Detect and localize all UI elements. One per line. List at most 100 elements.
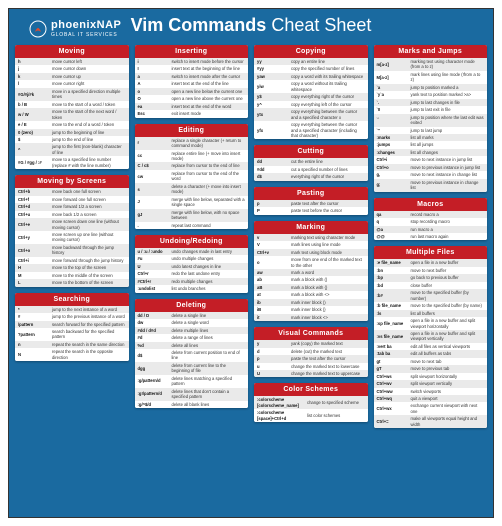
command-desc: move cursor right (52, 81, 126, 86)
command-row: gtmove to next tab (374, 358, 488, 365)
command-row: :jumpslist all jumps (374, 141, 488, 148)
panel-header: Undoing/Redoing (135, 235, 249, 248)
panel: Insertingiswitch to insert mode before t… (135, 45, 249, 118)
command-desc: switch viewports (411, 389, 485, 394)
panel-header: Color Schemes (254, 383, 368, 396)
command-key: l (18, 81, 52, 86)
command-key: N (18, 352, 52, 357)
command-desc: open a file in a new buffer and split vi… (411, 318, 485, 329)
command-desc: repeat last command (172, 223, 246, 228)
command-row: Vmark lines using line mode (254, 241, 368, 248)
command-row: yiwcopy a word without its trailing whit… (254, 80, 368, 93)
command-desc: jump to position marked a (411, 85, 485, 90)
command-row: Ctrl+wxexchange current viewport with ne… (374, 402, 488, 415)
command-desc: move to previous instance in jump list (411, 165, 485, 170)
command-row: M[a-z]mark lines using line mode (!from … (374, 71, 488, 84)
command-row: Ctrl+bmove back one full screen (15, 188, 129, 195)
command-row: :bdclose buffer (374, 282, 488, 289)
command-key: :vert ba (377, 344, 411, 349)
command-desc: mark inner block <> (291, 315, 365, 320)
command-row: d$delete from current position to end of… (135, 349, 249, 362)
command-desc: move back 1/2 a screen (52, 212, 126, 217)
command-desc: paste text before the cursor (291, 208, 365, 213)
panel: Deletingdd / Ddelete a single linedwdele… (135, 299, 249, 408)
command-desc: insert text at the end of the line (172, 81, 246, 86)
command-row: Ctrl+rredo the last undone entry (135, 270, 249, 277)
command-key: P (257, 208, 291, 213)
command-desc: copy a word with its trailing whitespace (291, 74, 365, 79)
command-row: #ddcut a specified number of lines (254, 166, 368, 173)
command-key: #dd / d#d (138, 328, 172, 333)
command-key: d$ (138, 353, 172, 358)
command-row: #Ctrl+rredo multiple changes (135, 278, 249, 285)
command-key: #dd (257, 167, 291, 172)
command-key: O (138, 96, 172, 101)
column: Marks and Jumpsm[a-z]marking text using … (374, 45, 488, 511)
command-row: `"jump to last jump (374, 127, 488, 134)
command-row: ibmark inner block () (254, 299, 368, 306)
background: phoenixNAP GLOBAL IT SERVICES Vim Comman… (8, 8, 494, 518)
command-key: b / B (18, 102, 52, 107)
command-row: w / Wmove to the start of the next word … (15, 108, 129, 121)
command-desc: move in a specified direction multiple t… (52, 89, 126, 100)
command-key: yfx (257, 128, 291, 133)
command-row: :b#move to the specified buffer (by numb… (374, 289, 488, 302)
command-desc: copy everything between the cursor and a… (291, 122, 365, 138)
cheat-sheet-page: phoenixNAP GLOBAL IT SERVICES Vim Comman… (0, 0, 502, 526)
command-key: qa (377, 212, 411, 217)
command-desc: search backward for the specified patter… (52, 329, 126, 340)
panel: Multiple Files:e file_nameopen a file in… (374, 246, 488, 428)
command-key: yy (257, 59, 291, 64)
command-row: yycopy an entire line (254, 58, 368, 65)
command-row: `.jump to last changes in file (374, 99, 488, 106)
command-row: dwdelete a single word (135, 319, 249, 326)
command-key: d$ (257, 174, 291, 179)
command-desc: switch to insert mode before the cursor (172, 59, 246, 64)
command-desc: replace entire line (+ move into insert … (172, 151, 246, 162)
command-key: #G / #gg / :# (18, 160, 52, 165)
command-desc: merge with line below, separated with a … (172, 197, 246, 208)
command-desc: move to previous tab (411, 366, 485, 371)
command-key: it (257, 315, 291, 320)
command-row: yyank (copy) the marked text (254, 340, 368, 347)
panel-header: Pasting (254, 187, 368, 200)
command-desc: insert text at the end of the word (172, 104, 246, 109)
panel-header: Cutting (254, 145, 368, 158)
command-key: ab (257, 277, 291, 282)
command-key: y^ (257, 102, 291, 107)
command-desc: move to the bottom of the screen (52, 280, 126, 285)
command-row: `ajump to position marked a (374, 84, 488, 91)
command-row: %ddelete all lines (135, 342, 249, 349)
command-desc: move to the specified buffer (by number) (411, 290, 485, 301)
command-key: /pattern (18, 322, 52, 327)
command-key: :g/pattern/d (138, 378, 172, 383)
command-key: aw (257, 270, 291, 275)
command-desc: move from one end of the marked text to … (291, 257, 365, 268)
command-desc: marking text using character mode (291, 235, 365, 240)
command-row: Ctrl+=make all viewports equal height an… (374, 415, 488, 428)
command-row: aBmark a block with {} (254, 284, 368, 291)
command-desc: mark a block with <> (291, 292, 365, 297)
command-row: ccreplace entire line (+ move into inser… (135, 150, 249, 163)
command-key: C / c$ (138, 163, 172, 168)
panel: Marks and Jumpsm[a-z]marking text using … (374, 45, 488, 192)
command-key: * (18, 307, 52, 312)
panel: Editingrreplace a single character (+ re… (135, 124, 249, 229)
command-key: :jumps (377, 142, 411, 147)
command-key: :colorscheme [space]+Ctrl+d (257, 410, 307, 421)
command-desc: mark a block with {} (291, 285, 365, 290)
command-row: itmark inner block <> (254, 314, 368, 321)
panel-header: Moving by Screens (15, 175, 129, 188)
command-desc: move screen down one line (without movin… (52, 219, 126, 230)
command-desc: list all marks (411, 135, 485, 140)
command-desc: exchange current viewport with next one (411, 403, 485, 414)
command-row: :tab baedit all buffers as tabs (374, 350, 488, 357)
command-desc: merge with line below, with no space bet… (172, 210, 246, 221)
command-key: Ctrl+v (257, 250, 291, 255)
command-row: #G / #gg / :#move to a specified line nu… (15, 156, 129, 169)
command-desc: open a file in a new buffer (411, 260, 485, 265)
command-row: d$everything right of the cursor (254, 173, 368, 180)
command-desc: delete a range of lines (172, 335, 246, 340)
command-row: Ainsert text at the end of the line (135, 80, 249, 87)
command-desc: move to the top of the screen (52, 265, 126, 270)
